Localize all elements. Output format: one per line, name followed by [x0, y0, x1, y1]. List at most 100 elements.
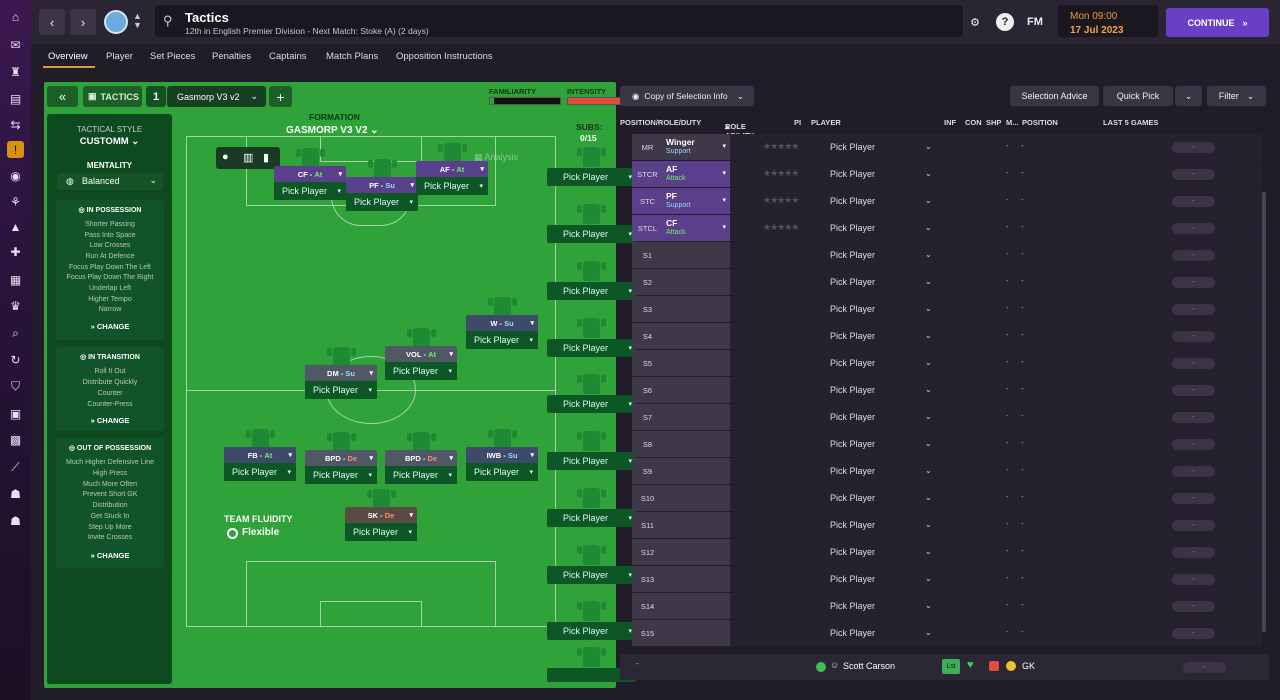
pick-player-dropdown[interactable]: Pick Player — [830, 169, 875, 179]
slot-w[interactable]: W - Su ▾ Pick Player ▾ — [466, 297, 538, 351]
table-row[interactable]: S15 Pick Player ⌄ - - - — [632, 620, 1262, 646]
settings-icon[interactable]: ⚙ — [966, 13, 984, 31]
table-row[interactable]: S8 Pick Player ⌄ - - - — [632, 431, 1262, 457]
table-row[interactable]: S11 Pick Player ⌄ - - - — [632, 512, 1262, 538]
mentality-selector[interactable]: ◍ Balanced ⌄ — [57, 173, 163, 190]
tactics-icon[interactable]: ! — [7, 141, 24, 158]
club-info-icon[interactable]: ⛉ — [7, 378, 24, 395]
scouting-icon[interactable]: ⌕ — [7, 325, 24, 342]
forward-button[interactable]: › — [70, 9, 96, 35]
table-row-footer[interactable]: - ☺ Scott Carson Lst ♥ GK - — [620, 654, 1269, 680]
out-of-possession-box[interactable]: ◎ OUT OF POSSESSION Much Higher Defensiv… — [56, 438, 164, 568]
pick-player-dropdown[interactable]: Pick Player — [830, 466, 875, 476]
tactic-slot-number[interactable]: 1 — [146, 86, 166, 107]
role-bar[interactable]: FB - At ▾ — [224, 447, 296, 463]
slot-fb[interactable]: FB - At ▾ Pick Player ▾ — [224, 429, 296, 483]
slot-pf[interactable]: PF - Su ▾ Pick Player ▾ — [346, 159, 418, 213]
table-scrollbar[interactable] — [1262, 192, 1266, 632]
table-row[interactable]: S2 Pick Player ⌄ - - - — [632, 269, 1262, 295]
pick-player-dropdown[interactable]: Pick Player ▾ — [385, 362, 457, 380]
people-icon[interactable]: ☗ — [7, 485, 24, 502]
pick-player-dropdown[interactable]: Pick Player — [830, 439, 875, 449]
medical-icon[interactable]: ✚ — [7, 243, 24, 260]
pick-player-dropdown[interactable]: Pick Player — [830, 196, 875, 206]
pick-player-dropdown[interactable]: Pick Player — [830, 493, 875, 503]
col-inf[interactable]: INF — [944, 118, 956, 127]
pick-player-dropdown[interactable]: Pick Player — [830, 520, 875, 530]
role-bar[interactable]: SK - De ▾ — [345, 507, 417, 523]
slot-sk[interactable]: SK - De ▾ Pick Player ▾ — [345, 489, 417, 543]
col-shp[interactable]: SHP — [986, 118, 1001, 127]
page-title-box[interactable]: ⚲ Tactics 12th in English Premier Divisi… — [155, 5, 963, 37]
inbox-icon[interactable]: ✉ — [7, 36, 24, 53]
table-row[interactable]: S3 Pick Player ⌄ - - - — [632, 296, 1262, 322]
pick-player-dropdown[interactable]: Pick Player ▾ — [346, 193, 418, 211]
tab-player[interactable]: Player — [106, 51, 133, 62]
tab-opposition-instructions[interactable]: Opposition Instructions — [396, 51, 493, 62]
table-row[interactable]: S13 Pick Player ⌄ - - - — [632, 566, 1262, 592]
pick-player-dropdown[interactable]: Pick Player — [830, 331, 875, 341]
team-fluidity-value[interactable]: Flexible — [242, 527, 279, 538]
pick-player-dropdown[interactable]: Pick Player — [830, 412, 875, 422]
fm-menu[interactable]: FM — [1027, 16, 1043, 28]
pick-player-dropdown[interactable]: Pick Player ▾ — [305, 381, 377, 399]
role-cell[interactable]: Winger Support ▾ ★★★★★ — [663, 134, 799, 160]
pick-player-dropdown[interactable]: Pick Player — [830, 277, 875, 287]
finances-icon[interactable]: ▣ — [7, 405, 24, 422]
col-last-5-games[interactable]: LAST 5 GAMES — [1103, 118, 1158, 127]
tactic-selector[interactable]: Gasmorp V3 v2 ⌄ — [167, 86, 266, 107]
tab-captains[interactable]: Captains — [269, 51, 307, 62]
transfers-icon[interactable]: ⇆ — [7, 116, 24, 133]
tactics-menu-button[interactable]: ▣ TACTICS — [83, 86, 142, 107]
dynamics-icon[interactable]: ▤ — [7, 90, 24, 107]
tab-penalties[interactable]: Penalties — [212, 51, 251, 62]
out-of-possession-change-button[interactable]: » CHANGE — [56, 551, 164, 560]
table-row[interactable]: MR Winger Support ▾ ★★★★★ Pick Player ⌄ - - - — [632, 134, 1262, 160]
pick-player-dropdown[interactable]: Pick Player — [830, 547, 875, 557]
ball-icon[interactable]: ● — [222, 151, 229, 163]
board-icon[interactable]: ▩ — [7, 431, 24, 448]
continue-button[interactable]: CONTINUE » — [1166, 8, 1269, 37]
table-row[interactable]: STCR AF Attack ▾ ★★★★★ Pick Player ⌄ - - - — [632, 161, 1262, 187]
slot-af[interactable]: AF - At ▾ Pick Player ▾ — [416, 143, 488, 197]
role-bar[interactable]: PF - Su ▾ — [346, 177, 418, 193]
in-transition-change-button[interactable]: » CHANGE — [56, 416, 164, 425]
table-row[interactable]: S12 Pick Player ⌄ - - - — [632, 539, 1262, 565]
back-button[interactable]: ‹ — [39, 9, 65, 35]
competitions-icon[interactable]: ♛ — [7, 297, 24, 314]
role-bar[interactable]: AF - At ▾ — [416, 161, 488, 177]
col-m[interactable]: M... — [1006, 118, 1019, 127]
pick-player-dropdown[interactable]: Pick Player — [830, 304, 875, 314]
home-icon[interactable]: ⌂ — [7, 8, 24, 25]
table-row[interactable]: S4 Pick Player ⌄ - - - — [632, 323, 1262, 349]
collapse-button[interactable]: « — [47, 86, 78, 107]
table-row[interactable]: S1 Pick Player ⌄ - - - — [632, 242, 1262, 268]
table-row[interactable]: STC PF Support ▾ ★★★★★ Pick Player ⌄ - - - — [632, 188, 1262, 214]
role-bar[interactable]: BPD - De ▾ — [385, 450, 457, 466]
col-position-role-duty[interactable]: POSITION/ROLE/DUTY — [620, 118, 701, 127]
tactical-style-selector[interactable]: CUSTOMM ⌄ — [47, 136, 172, 147]
table-row[interactable]: S5 Pick Player ⌄ - - - — [632, 350, 1262, 376]
pick-player-dropdown[interactable]: Pick Player — [830, 574, 875, 584]
pick-player-dropdown[interactable]: Pick Player — [830, 601, 875, 611]
footer-player-name[interactable]: Scott Carson — [843, 661, 895, 671]
pick-player-dropdown[interactable]: Pick Player — [830, 250, 875, 260]
role-cell[interactable]: PF Support ▾ ★★★★★ — [663, 188, 799, 214]
squad-icon[interactable]: ♜ — [7, 63, 24, 80]
slot-cf[interactable]: CF - At ▾ Pick Player ▾ — [274, 148, 346, 202]
training-icon[interactable]: ⚘ — [7, 193, 24, 210]
col-player[interactable]: PLAYER — [811, 118, 841, 127]
pick-player-dropdown[interactable]: Pick Player — [830, 223, 875, 233]
tab-set-pieces[interactable]: Set Pieces — [150, 51, 195, 62]
table-row[interactable]: STCL CF Attack ▾ ★★★★★ Pick Player ⌄ - - - — [632, 215, 1262, 241]
selection-advice-button[interactable]: Selection Advice — [1010, 86, 1099, 106]
role-bar[interactable]: VOL - At ▾ — [385, 346, 457, 362]
in-possession-box[interactable]: ◎ IN POSSESSION Shorter Passing Pass Int… — [56, 200, 164, 340]
quick-pick-menu-button[interactable]: ⌄ — [1175, 86, 1202, 106]
people-alt-icon[interactable]: ☗ — [7, 512, 24, 529]
role-bar[interactable]: W - Su ▾ — [466, 315, 538, 331]
copy-of-selection-info-dropdown[interactable]: ◉ Copy of Selection Info ⌄ — [620, 86, 754, 106]
role-cell[interactable]: CF Attack ▾ ★★★★★ — [663, 215, 799, 241]
in-possession-change-button[interactable]: » CHANGE — [56, 322, 164, 331]
table-row[interactable]: S6 Pick Player ⌄ - - - — [632, 377, 1262, 403]
